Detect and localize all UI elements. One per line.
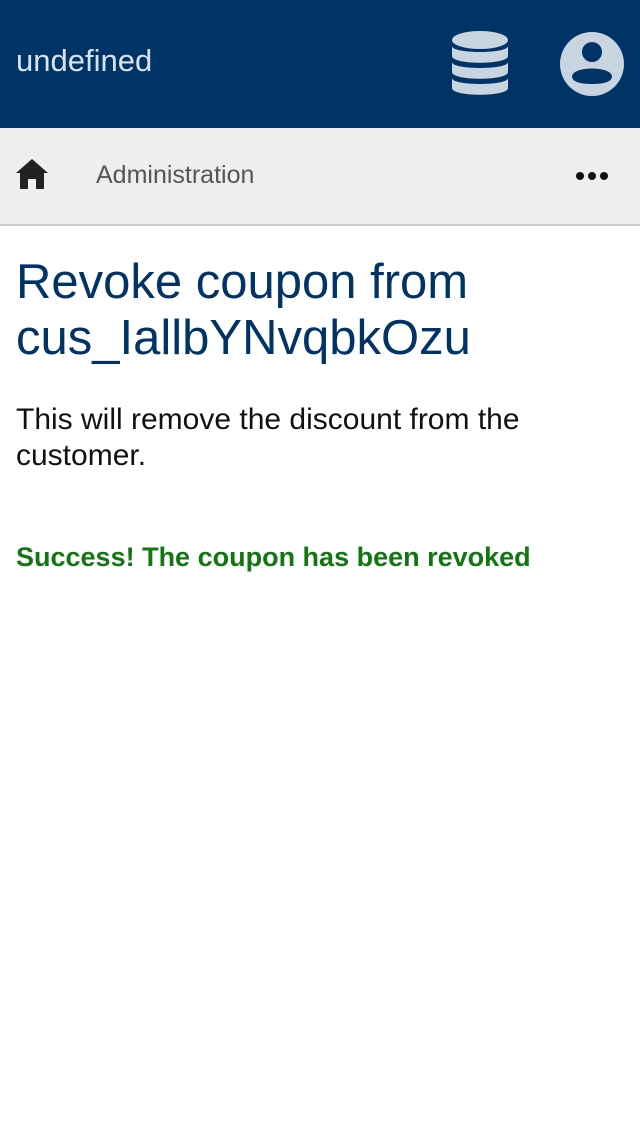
success-message: Success! The coupon has been revoked: [16, 542, 531, 572]
breadcrumb: Administration: [0, 128, 640, 226]
account-circle-icon: [560, 32, 624, 96]
more-horizontal-icon: [576, 172, 608, 180]
home-button[interactable]: [8, 152, 56, 200]
more-options-button[interactable]: [564, 152, 620, 200]
main-content: Revoke coupon from cus_IallbYNvqbkOzu Th…: [16, 254, 624, 574]
account-button[interactable]: [552, 24, 632, 104]
top-app-bar: undefined: [0, 0, 640, 128]
breadcrumb-administration[interactable]: Administration: [96, 159, 254, 191]
app-title: undefined: [16, 43, 153, 78]
database-icon: [452, 31, 508, 95]
page-title: Revoke coupon from cus_IallbYNvqbkOzu: [16, 255, 471, 365]
database-button[interactable]: [440, 24, 520, 104]
page-description: This will remove the discount from the c…: [16, 403, 520, 472]
home-icon: [16, 159, 48, 189]
